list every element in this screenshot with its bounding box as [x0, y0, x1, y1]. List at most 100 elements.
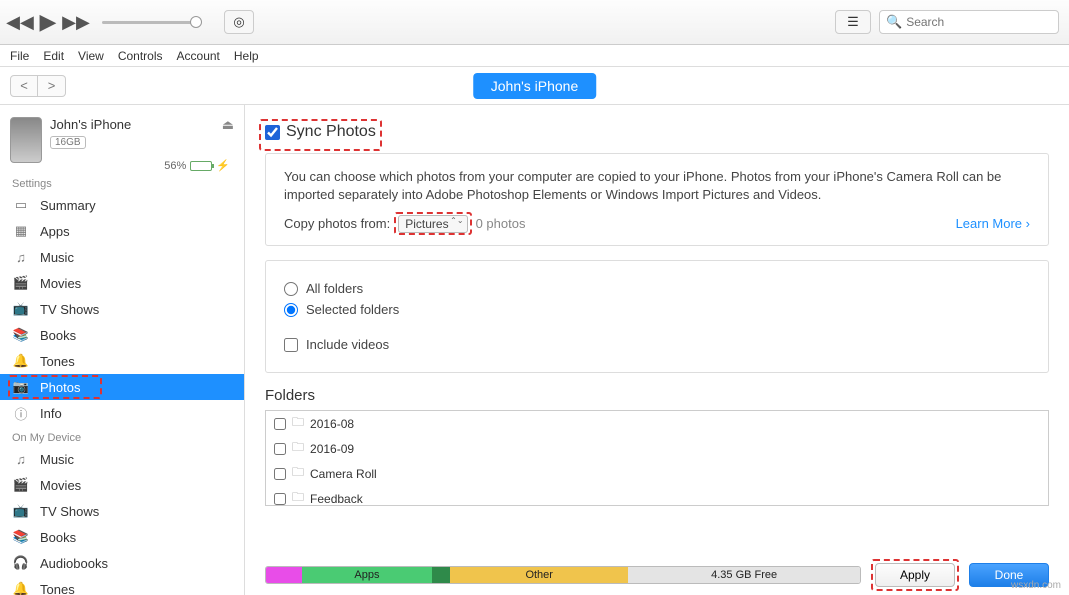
movies-icon: 🎬	[12, 477, 30, 493]
sidebar-item-tones[interactable]: 🔔Tones	[0, 348, 244, 374]
sidebar-item-tones[interactable]: 🔔Tones	[0, 576, 244, 595]
device-thumbnail-icon	[10, 117, 42, 163]
folder-name: Camera Roll	[310, 467, 377, 481]
sidebar-item-music[interactable]: ♫ Music	[0, 244, 244, 270]
search-input[interactable]	[906, 15, 1052, 29]
selected-folders-radio[interactable]	[284, 303, 298, 317]
folder-icon: 🗀	[292, 413, 304, 434]
sidebar-item-label: Apps	[40, 224, 70, 239]
airplay-button[interactable]: ◎	[224, 10, 254, 34]
music-icon: ♫	[12, 250, 30, 265]
info-icon: ⓘ	[12, 404, 30, 423]
sidebar-item-tv-shows[interactable]: 📺 TV Shows	[0, 498, 244, 524]
airplay-icon: ◎	[233, 14, 244, 30]
folder-item[interactable]: 🗀 2016-08	[266, 411, 1048, 436]
folder-options-panel: All folders Selected folders Include vid…	[265, 260, 1049, 373]
info-text: You can choose which photos from your co…	[284, 168, 1030, 204]
list-view-button[interactable]: ☰	[835, 10, 871, 34]
prev-track-button[interactable]: ◀◀	[10, 12, 30, 32]
folder-name: 2016-08	[310, 417, 354, 431]
folder-item[interactable]: 🗀2016-09	[266, 436, 1048, 461]
storage-seg-misc	[432, 567, 450, 583]
include-videos-label: Include videos	[306, 337, 389, 352]
apps-icon: ▦	[12, 223, 30, 239]
folder-checkbox[interactable]	[274, 493, 286, 505]
folder-item[interactable]: 🗀Feedback	[266, 486, 1048, 506]
selected-folders-label: Selected folders	[306, 302, 399, 317]
battery-icon	[190, 161, 212, 171]
all-folders-radio[interactable]	[284, 282, 298, 296]
sidebar-item-label: Books	[40, 530, 76, 545]
menu-controls[interactable]: Controls	[118, 49, 163, 63]
copy-from-label: Copy photos from:	[284, 216, 390, 231]
main-panel: Sync Photos You can choose which photos …	[245, 105, 1069, 595]
sidebar-item-movies[interactable]: 🎬Movies	[0, 270, 244, 296]
folder-list[interactable]: 🗀2016-08🗀2016-09🗀Camera Roll🗀Feedback	[265, 410, 1049, 506]
apply-button[interactable]: Apply	[875, 563, 955, 587]
folder-icon: 🗀	[292, 438, 304, 459]
sidebar-section-settings: Settings	[0, 172, 244, 192]
menu-edit[interactable]: Edit	[43, 49, 64, 63]
next-track-button[interactable]: ▶▶	[66, 12, 86, 32]
folder-checkbox[interactable]	[274, 468, 286, 480]
audiobooks-icon: 🎧	[12, 555, 30, 571]
sidebar-item-label: Summary	[40, 198, 96, 213]
sidebar-item-label: Audiobooks	[40, 556, 108, 571]
charging-icon: ⚡	[216, 159, 230, 172]
folder-checkbox[interactable]	[274, 443, 286, 455]
sidebar-item-label: Movies	[40, 478, 81, 493]
sidebar-item-label: Info	[40, 406, 62, 421]
top-toolbar: ◀◀ ▶ ▶▶ ◎ ☰ 🔍	[0, 0, 1069, 45]
sidebar-item-tv-shows[interactable]: 📺TV Shows	[0, 296, 244, 322]
sidebar-item-photos[interactable]: 📷Photos	[0, 374, 244, 400]
volume-slider[interactable]	[102, 21, 202, 24]
info-panel: You can choose which photos from your co…	[265, 153, 1049, 246]
storage-seg-apps: Apps	[302, 567, 433, 583]
sidebar-item-label: TV Shows	[40, 504, 99, 519]
nav-back-button[interactable]: <	[10, 75, 38, 97]
eject-button[interactable]: ⏏	[222, 117, 234, 133]
sidebar-item-label: Tones	[40, 354, 75, 369]
menu-account[interactable]: Account	[177, 49, 220, 63]
list-icon: ☰	[847, 14, 859, 30]
sidebar-item-summary[interactable]: ▭ Summary	[0, 192, 244, 218]
books-icon: 📚	[12, 327, 30, 343]
sidebar-item-books[interactable]: 📚 Books	[0, 524, 244, 550]
sidebar-section-device: On My Device	[0, 426, 244, 446]
sidebar-item-label: Music	[40, 250, 74, 265]
device-capacity: 16GB	[50, 136, 86, 149]
bottom-bar: Apps Other 4.35 GB Free Apply Done	[265, 563, 1049, 587]
books-icon: 📚	[12, 529, 30, 545]
folder-item[interactable]: 🗀Camera Roll	[266, 461, 1048, 486]
device-tab[interactable]: John's iPhone	[473, 73, 597, 99]
menu-bar: File Edit View Controls Account Help	[0, 45, 1069, 67]
folder-icon: 🗀	[292, 488, 304, 506]
sync-photos-label: Sync Photos	[286, 123, 376, 141]
tv shows-icon: 📺	[12, 301, 30, 317]
sidebar-item-info[interactable]: ⓘ Info	[0, 400, 244, 426]
tv shows-icon: 📺	[12, 503, 30, 519]
summary-icon: ▭	[12, 197, 30, 213]
nav-forward-button[interactable]: >	[38, 75, 66, 97]
sidebar: John's iPhone 16GB ⏏ 56% ⚡ Settings ▭Sum…	[0, 105, 245, 595]
search-box[interactable]: 🔍	[879, 10, 1059, 34]
include-videos-checkbox[interactable]	[284, 338, 298, 352]
menu-file[interactable]: File	[10, 49, 29, 63]
folder-checkbox[interactable]	[274, 418, 286, 430]
folders-heading: Folders	[265, 387, 1049, 404]
watermark: wsxdn.com	[1011, 580, 1061, 591]
play-button[interactable]: ▶	[38, 12, 58, 32]
menu-help[interactable]: Help	[234, 49, 259, 63]
sidebar-item-books[interactable]: 📚Books	[0, 322, 244, 348]
sync-photos-checkbox[interactable]	[265, 125, 280, 140]
sidebar-item-audiobooks[interactable]: 🎧 Audiobooks	[0, 550, 244, 576]
sidebar-item-label: Movies	[40, 276, 81, 291]
learn-more-link[interactable]: Learn More ›	[956, 216, 1030, 231]
sidebar-item-label: Music	[40, 452, 74, 467]
sidebar-item-apps[interactable]: ▦ Apps	[0, 218, 244, 244]
storage-bar: Apps Other 4.35 GB Free	[265, 566, 861, 584]
menu-view[interactable]: View	[78, 49, 104, 63]
sidebar-item-music[interactable]: ♫Music	[0, 446, 244, 472]
sidebar-item-movies[interactable]: 🎬 Movies	[0, 472, 244, 498]
copy-from-dropdown[interactable]: Pictures	[398, 215, 467, 233]
